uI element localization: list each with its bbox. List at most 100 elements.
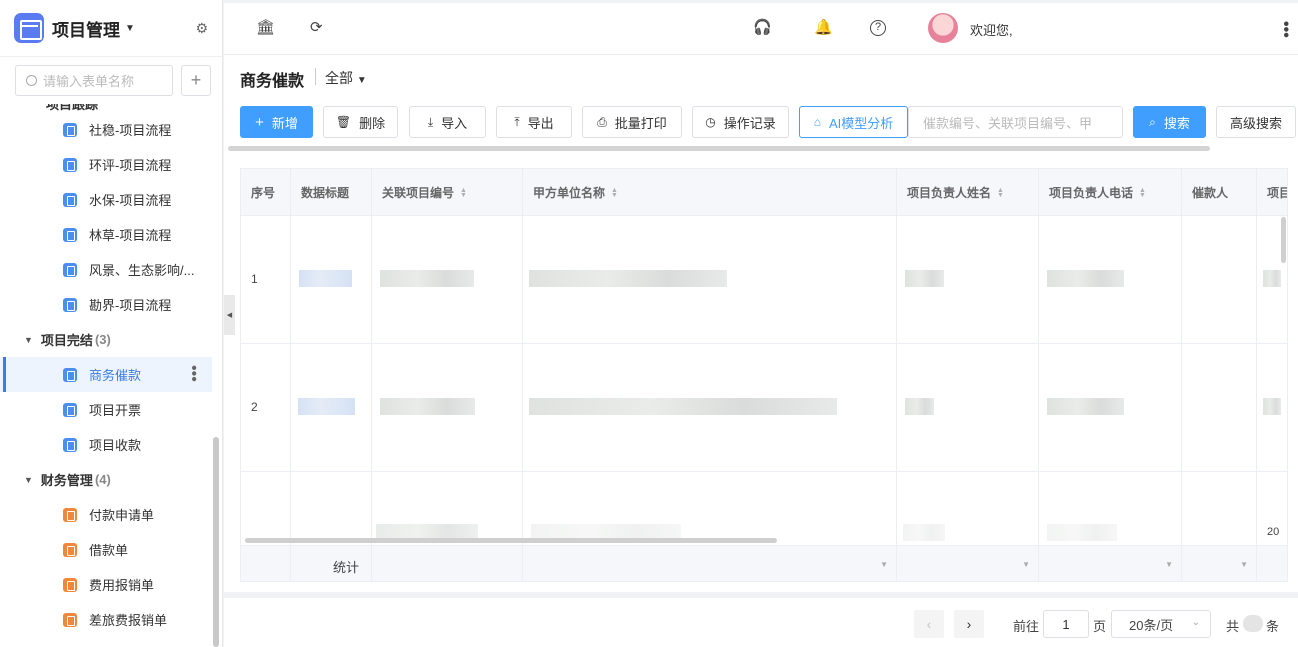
delete-button[interactable]: 🗑 删除 xyxy=(323,106,398,138)
form-icon xyxy=(63,507,77,522)
tree-item-loan[interactable]: 借款单 xyxy=(0,532,212,567)
cell-project-no xyxy=(372,472,523,545)
import-button[interactable]: ⤓ 导入 xyxy=(409,106,486,138)
sidebar-collapse-handle[interactable]: ◀ xyxy=(224,295,235,335)
column-header-manager-phone[interactable]: 项目负责人电话 ▲ ▼ xyxy=(1039,169,1182,216)
column-header-index: 序号 xyxy=(241,169,291,216)
total-suffix: 条 xyxy=(1266,619,1280,634)
tree-item-lincao[interactable]: 林草-项目流程 xyxy=(0,217,212,252)
tree-group-project-completion[interactable]: ▼ 项目完结 (3) xyxy=(0,322,212,357)
tree-item-shuibao[interactable]: 水保-项目流程 xyxy=(0,182,212,217)
summary-cell[interactable]: ▼ xyxy=(897,546,1039,581)
summary-cell[interactable]: ▼ xyxy=(1039,546,1182,581)
app-switch-caret-icon[interactable]: ▼ xyxy=(125,23,135,34)
page-number-input[interactable]: 1 xyxy=(1043,610,1089,638)
tree-item-fengjing[interactable]: 风景、生态影响/... xyxy=(0,252,212,287)
title-divider xyxy=(315,68,316,85)
summary-cell[interactable]: ▼ xyxy=(523,546,897,581)
form-icon xyxy=(63,437,77,452)
chevron-down-icon: ▼ xyxy=(1022,560,1030,569)
ai-analysis-button[interactable]: ⌂ AI模型分析 xyxy=(799,106,908,138)
table-row[interactable]: 2 xyxy=(241,344,1287,472)
prev-page-button[interactable]: ‹ xyxy=(914,610,944,638)
table-vertical-scrollbar[interactable] xyxy=(1281,217,1286,263)
more-vertical-icon[interactable]: ••• xyxy=(1277,21,1294,38)
main-content: ◀ 商务催款 全部 ▼ + 新增 🗑 删除 ⤓ 导入 ⤒ 导出 ⎙ 批量打印 ◷ 操作记录 … xyxy=(224,55,1298,647)
tree-item-payment-request[interactable]: 付款申请单 xyxy=(0,497,212,532)
add-form-button[interactable]: + xyxy=(181,65,211,96)
add-button[interactable]: + 新增 xyxy=(240,106,313,138)
batch-print-button[interactable]: ⎙ 批量打印 xyxy=(582,106,682,138)
sort-icon[interactable]: ▲ ▼ xyxy=(1139,187,1146,199)
tree-item-expense[interactable]: 费用报销单 xyxy=(0,567,212,602)
tree-item-travel-expense[interactable]: 差旅费报销单 xyxy=(0,602,212,637)
sidebar-scrollbar[interactable] xyxy=(213,437,219,647)
form-search-input[interactable]: 请输入表单名称 xyxy=(15,65,173,96)
toolbar-scrollbar[interactable] xyxy=(228,146,1210,151)
sort-icon[interactable]: ▲ ▼ xyxy=(997,187,1004,199)
add-button-label: 新增 xyxy=(271,115,298,131)
redacted-value xyxy=(1263,398,1281,415)
tree-item-huanping[interactable]: 环评-项目流程 xyxy=(0,147,212,182)
row-index: 1 xyxy=(251,272,258,286)
operation-log-button[interactable]: ◷ 操作记录 xyxy=(692,106,789,138)
search-input[interactable]: 催款编号、关联项目编号、甲 xyxy=(908,106,1123,138)
welcome-text[interactable]: 欢迎您, xyxy=(970,20,1013,39)
tree-group-finance[interactable]: ▼ 财务管理 (4) xyxy=(0,462,212,497)
summary-cell xyxy=(291,546,372,581)
export-button[interactable]: ⤒ 导出 xyxy=(496,106,572,138)
next-page-button[interactable]: › xyxy=(954,610,984,638)
chevron-down-icon: ▼ xyxy=(1165,560,1173,569)
cell-project xyxy=(1257,344,1287,472)
app-logo-icon xyxy=(14,13,44,43)
partial-cell-value: 20 xyxy=(1267,526,1280,538)
summary-cell[interactable]: ▼ xyxy=(1182,546,1257,581)
gear-icon[interactable]: ⚙ xyxy=(195,20,208,37)
cell-project-no xyxy=(372,344,523,472)
tree-item-project-invoice[interactable]: 项目开票 xyxy=(0,392,212,427)
table-row[interactable]: 1 xyxy=(241,216,1287,344)
form-icon xyxy=(63,402,77,417)
column-header-client[interactable]: 甲方单位名称 ▲ ▼ xyxy=(523,169,897,216)
sort-icon[interactable]: ▲ ▼ xyxy=(460,187,467,199)
column-header-manager-name[interactable]: 项目负责人姓名 ▲ ▼ xyxy=(897,169,1039,216)
total-prefix: 共 xyxy=(1226,619,1240,634)
help-icon[interactable]: ? xyxy=(870,20,886,36)
cell-client xyxy=(523,216,897,344)
tree-item-label: 水保-项目流程 xyxy=(89,193,172,208)
import-button-label: 导入 xyxy=(441,115,468,131)
tree-item-label: 商务催款 xyxy=(89,368,142,383)
sidebar: 项目管理 ▼ ⚙ 请输入表单名称 + 项目跟踪 社稳-项目流程 环评-项目流程 … xyxy=(0,0,223,647)
tree-item-kanjie[interactable]: 勘界-项目流程 xyxy=(0,287,212,322)
form-icon xyxy=(63,227,77,242)
search-icon: ⌕ xyxy=(1149,114,1156,129)
more-vertical-icon[interactable]: ••• xyxy=(185,365,202,382)
headset-icon[interactable]: 🎧 xyxy=(753,18,772,36)
page-size-select[interactable]: 20条/页 ⌄ xyxy=(1111,610,1211,638)
table-row[interactable] xyxy=(241,472,1287,545)
tree-item-project-receipt[interactable]: 项目收款 xyxy=(0,427,212,462)
tree-item-label: 付款申请单 xyxy=(89,508,155,523)
bank-icon[interactable]: 🏛 xyxy=(256,18,275,36)
column-header-project-no[interactable]: 关联项目编号 ▲ ▼ xyxy=(372,169,523,216)
download-icon: ⤓ xyxy=(427,114,434,129)
redacted-value xyxy=(529,270,727,287)
tree-item-label: 社稳-项目流程 xyxy=(89,123,172,138)
table-horizontal-scrollbar[interactable] xyxy=(245,538,777,543)
tree-item-business-collection[interactable]: 商务催款 ••• xyxy=(0,357,212,392)
search-button[interactable]: ⌕ 搜索 xyxy=(1133,106,1206,138)
scope-dropdown[interactable]: 全部 ▼ xyxy=(325,68,367,88)
sort-icon[interactable]: ▲ ▼ xyxy=(611,187,618,199)
form-tree: 项目跟踪 社稳-项目流程 环评-项目流程 水保-项目流程 林草-项目流程 风景、… xyxy=(0,104,212,647)
avatar[interactable] xyxy=(928,13,958,43)
tree-item-label: 勘界-项目流程 xyxy=(89,298,172,313)
bell-icon[interactable]: 🔔 xyxy=(814,18,833,36)
chevron-down-icon: ▼ xyxy=(356,75,367,86)
app-title[interactable]: 项目管理 xyxy=(52,16,120,41)
search-input-placeholder: 催款编号、关联项目编号、甲 xyxy=(923,115,1093,131)
advanced-search-button[interactable]: 高级搜索 xyxy=(1216,106,1296,138)
tree-item-shewen[interactable]: 社稳-项目流程 xyxy=(0,112,212,147)
tree-item-label: 项目开票 xyxy=(89,403,142,418)
refresh-icon[interactable]: ⟳ xyxy=(310,18,323,36)
clock-icon: ◷ xyxy=(705,115,716,129)
